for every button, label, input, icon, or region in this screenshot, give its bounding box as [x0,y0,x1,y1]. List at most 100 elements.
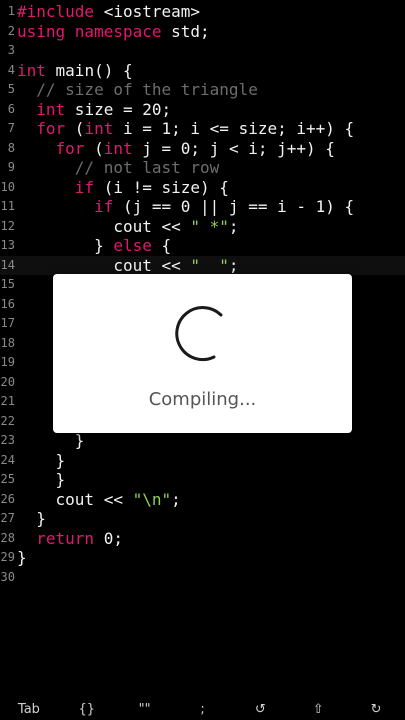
line-number: 6 [7,101,15,116]
code-token: cout << [17,255,191,275]
redo-key[interactable]: ↻ [347,700,405,720]
keyword-token: using namespace [17,21,162,41]
code-token: ( [65,119,85,138]
code-line[interactable]: 3 [0,41,405,61]
code-text: if (i != size) { [17,178,229,198]
code-text: // not last row [17,158,220,178]
code-line[interactable]: 26 cout << "\n"; [0,490,405,510]
comment-token: // size of the triangle [36,80,258,99]
code-token: { [151,236,172,255]
code-line[interactable]: 7 for (int i = 1; i <= size; i++) { [0,119,405,139]
code-token: cout << [17,489,133,509]
line-number: 7 [7,121,15,135]
keyword-token: if [74,177,95,197]
code-line[interactable]: 11 if (j == 0 || j == i - 1) { [0,197,405,217]
code-token: ; [228,255,239,275]
line-number: 19 [0,355,15,369]
code-token: ( [84,138,104,158]
line-number: 26 [0,491,15,506]
quotes-key[interactable]: "" [116,700,174,720]
code-token: <iostream> [94,2,201,21]
line-number: 25 [0,472,15,486]
code-token: } [17,548,27,567]
code-text: // size of the triangle [17,80,258,100]
line-number: 13 [0,238,15,252]
line-number: 29 [0,550,15,564]
code-text: return 0; [17,529,123,549]
code-text: cout << " "; [17,255,239,276]
compiling-message: Compiling... [148,389,257,410]
code-line[interactable]: 28 return 0; [0,529,405,549]
code-line[interactable]: 5 // size of the triangle [0,80,405,100]
line-number: 11 [0,199,15,213]
code-token: } [17,431,85,450]
code-line[interactable]: 12 cout << " *"; [0,217,405,237]
code-line[interactable]: 4 int main() { [0,61,405,81]
code-line[interactable]: 30 [0,568,405,588]
keyword-token: #include [17,2,95,21]
code-token: main() { [45,60,133,80]
line-number: 30 [0,569,15,584]
code-line[interactable]: 2 using namespace std; [0,22,405,42]
line-number: 18 [0,335,15,350]
code-text: } [17,450,66,471]
shift-key[interactable]: ⇧ [289,700,347,720]
line-number: 16 [0,296,15,311]
keyword-token: int [103,138,133,158]
code-line[interactable]: 23 } [0,431,405,451]
code-token: size = 20; [65,99,172,119]
code-line[interactable]: 13 } else { [0,236,405,256]
code-text: } else { [17,236,171,256]
code-text: } [17,470,66,490]
code-line[interactable]: 14 cout << " "; [0,255,405,276]
line-number: 14 [0,257,15,272]
code-token: (i != size) { [94,177,229,197]
keyword-token: if [94,197,114,216]
code-line[interactable]: 8 for (int j = 0; j < i; j++) { [0,139,405,159]
code-text: int size = 20; [17,100,171,120]
code-token: i = 1; i <= size; i++) { [113,119,355,138]
line-number: 5 [7,82,15,96]
code-text: if (j == 0 || j == i - 1) { [17,197,354,217]
line-number: 27 [0,511,15,525]
line-number: 23 [0,433,15,447]
code-line[interactable]: 25 } [0,470,405,490]
line-number: 20 [0,374,15,389]
keyword-token: int [84,119,114,138]
code-token: ; [171,489,181,509]
code-line[interactable]: 24 } [0,451,405,471]
code-line[interactable]: 29} [0,548,405,568]
code-token: 0; [94,528,123,548]
code-token: j = 0; j < i; j++) { [132,138,335,158]
compiling-dialog: Compiling... [53,274,352,433]
keyword-token: for [36,119,66,138]
line-number: 15 [0,277,15,291]
code-line[interactable]: 9 // not last row [0,158,405,178]
code-line[interactable]: 10 if (i != size) { [0,178,405,198]
line-number: 24 [0,452,15,467]
code-token: } [17,450,66,470]
code-text: cout << " *"; [17,217,238,237]
undo-key[interactable]: ↺ [231,700,289,720]
code-line[interactable]: 6 int size = 20; [0,100,405,120]
keyword-token: int [36,99,66,119]
code-text: for (int j = 0; j < i; j++) { [17,139,335,159]
code-line[interactable]: 1 #include <iostream> [0,2,405,22]
code-text: int main() { [17,61,133,81]
semicolon-key[interactable]: ; [174,700,232,720]
keyword-token: else [113,236,152,255]
code-text: } [17,548,27,568]
code-line[interactable]: 27 } [0,509,405,529]
tab-key[interactable]: Tab [0,700,58,720]
string-token: " " [190,255,229,275]
line-number: 28 [0,530,15,545]
line-number: 8 [7,140,15,155]
line-number: 4 [7,62,15,77]
braces-key[interactable]: {} [58,700,116,720]
